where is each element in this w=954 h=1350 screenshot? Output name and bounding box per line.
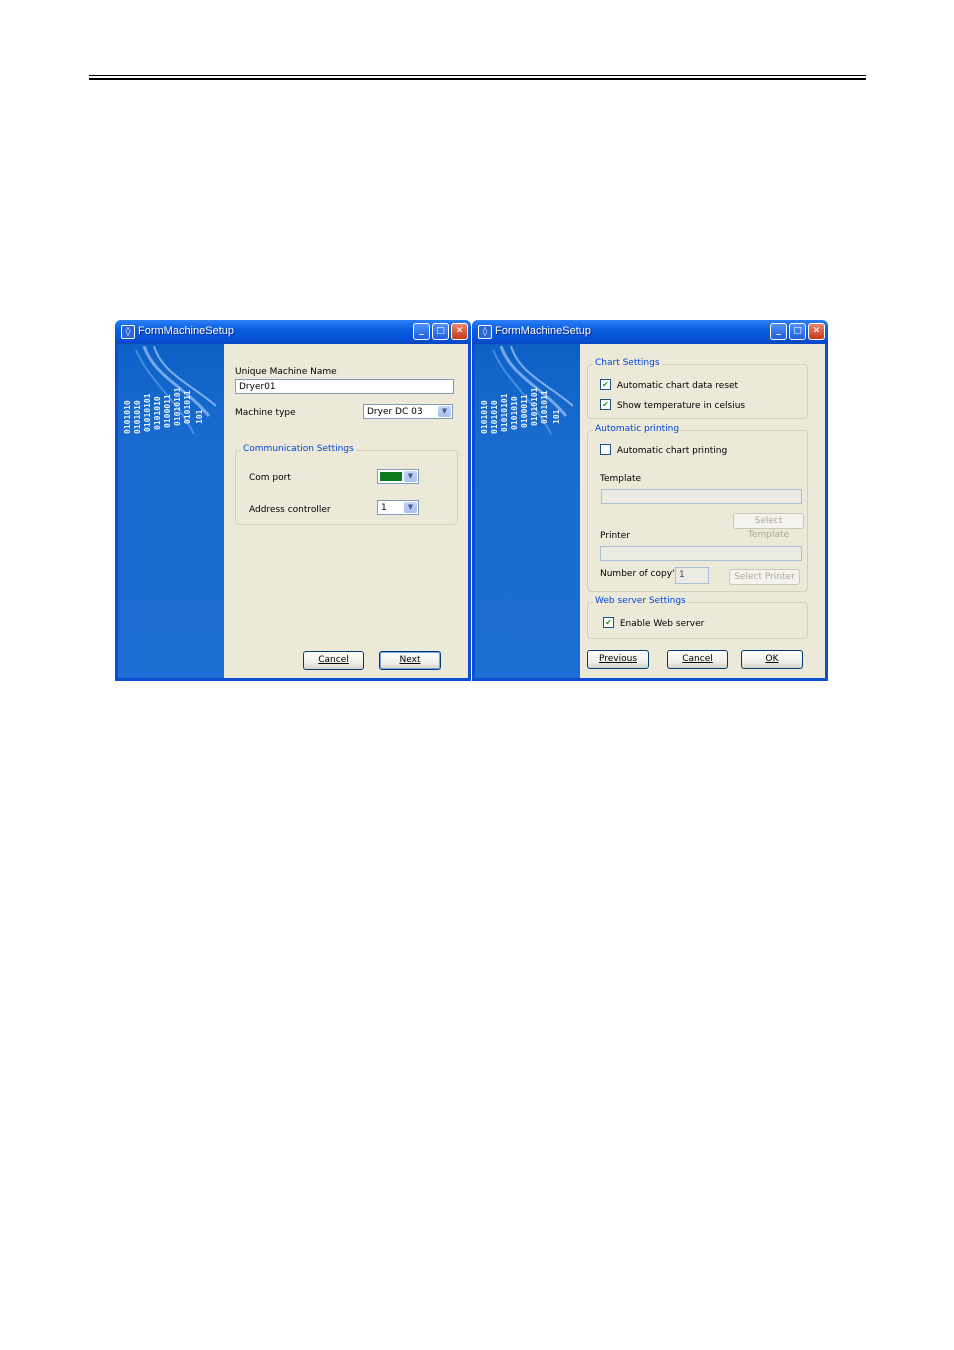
binary-text-column-5: 0100011: [163, 394, 172, 428]
machine-type-value: Dryer DC 03: [367, 407, 423, 417]
minimize-icon[interactable]: _: [413, 323, 430, 340]
binary-text-column-6: 01010101: [530, 387, 539, 426]
binary-text-column-2: 0101010: [490, 400, 499, 434]
next-button-label: Next: [399, 655, 421, 665]
previous-button-label: Previous: [598, 654, 638, 664]
machine-type-label: Machine type: [235, 408, 296, 418]
auto-print-label: Automatic chart printing: [616, 446, 728, 456]
window-title: FormMachineSetup: [495, 325, 591, 337]
close-icon[interactable]: ✕: [808, 323, 825, 340]
checkmark-icon: ✔: [605, 618, 612, 627]
enable-web-checkbox-row[interactable]: ✔ Enable Web server: [603, 617, 705, 629]
automatic-printing-title: Automatic printing: [593, 424, 682, 434]
web-server-settings-title: Web server Settings: [593, 596, 688, 606]
auto-reset-label: Automatic chart data reset: [616, 381, 739, 391]
web-server-settings-group: Web server Settings ✔ Enable Web server: [587, 596, 808, 639]
page-header-rule-thick: [89, 78, 866, 80]
maximize-icon[interactable]: □: [432, 323, 449, 340]
show-celsius-label: Show temperature in celsius: [616, 401, 746, 411]
machine-name-input[interactable]: Dryer01: [235, 379, 454, 394]
enable-web-label: Enable Web server: [619, 619, 705, 629]
form-content: Unique Machine Name Dryer01 Machine type…: [224, 344, 468, 678]
select-printer-button[interactable]: Select Printer: [729, 569, 800, 585]
checkmark-icon: ✔: [602, 400, 609, 409]
binary-text-column-3: 01010101: [143, 393, 152, 432]
com-port-label: Com port: [249, 473, 291, 483]
form-content: Chart Settings ✔ Automatic chart data re…: [580, 344, 825, 678]
communication-settings-title: Communication Settings: [241, 444, 356, 454]
next-button[interactable]: Next: [379, 651, 441, 670]
title-bar[interactable]: ◊ FormMachineSetup _ □ ✕: [115, 320, 471, 344]
close-icon[interactable]: ✕: [451, 323, 468, 340]
enable-web-checkbox[interactable]: ✔: [603, 617, 614, 628]
machine-setup-window-step1: ◊ FormMachineSetup _ □ ✕ 0101010 0101010…: [115, 320, 471, 681]
binary-text-column-7: 0101011: [540, 390, 549, 424]
binary-text-column-1: 0101010: [123, 400, 132, 434]
title-bar[interactable]: ◊ FormMachineSetup _ □ ✕: [472, 320, 828, 344]
auto-reset-checkbox-row[interactable]: ✔ Automatic chart data reset: [600, 379, 739, 391]
auto-reset-checkbox[interactable]: ✔: [600, 379, 611, 390]
page-header-rule-thin: [89, 75, 866, 76]
decorative-side-panel: 0101010 0101010 01010101 0101010 0100011…: [118, 344, 224, 678]
com-port-value-swatch: [380, 472, 402, 481]
app-icon[interactable]: ◊: [121, 325, 135, 339]
machine-name-label: Unique Machine Name: [235, 367, 337, 377]
binary-text-column-8: 101: [552, 409, 561, 424]
binary-text-column-4: 0101010: [510, 396, 519, 430]
copies-label: Number of copy's: [600, 569, 680, 579]
binary-text-column-1: 0101010: [480, 400, 489, 434]
printer-label: Printer: [600, 531, 630, 541]
binary-text-column-8: 101: [195, 409, 204, 424]
binary-text-column-5: 0100011: [520, 394, 529, 428]
printer-input[interactable]: [600, 546, 802, 561]
auto-print-checkbox-row[interactable]: Automatic chart printing: [600, 444, 728, 456]
dropdown-arrow-icon[interactable]: ▼: [404, 502, 417, 513]
dropdown-arrow-icon[interactable]: ▼: [404, 471, 417, 482]
machine-type-select[interactable]: Dryer DC 03 ▼: [363, 404, 453, 419]
machine-setup-window-step2: ◊ FormMachineSetup _ □ ✕ 0101010 0101010…: [472, 320, 828, 681]
binary-text-column-7: 0101011: [183, 390, 192, 424]
show-celsius-checkbox[interactable]: ✔: [600, 399, 611, 410]
address-controller-label: Address controller: [249, 505, 331, 515]
binary-text-column-4: 0101010: [153, 396, 162, 430]
checkmark-icon: ✔: [602, 380, 609, 389]
template-label: Template: [600, 474, 642, 484]
binary-text-column-2: 0101010: [133, 400, 142, 434]
previous-button[interactable]: Previous: [587, 650, 649, 669]
address-controller-select[interactable]: 1 ▼: [377, 500, 419, 515]
ok-button-label: OK: [765, 654, 779, 664]
chart-settings-group: Chart Settings ✔ Automatic chart data re…: [587, 358, 808, 419]
window-title: FormMachineSetup: [138, 325, 234, 337]
auto-print-checkbox[interactable]: [600, 444, 611, 455]
address-controller-value: 1: [381, 503, 387, 513]
binary-text-column-6: 01010101: [173, 387, 182, 426]
show-celsius-checkbox-row[interactable]: ✔ Show temperature in celsius: [600, 399, 746, 411]
cancel-button-label: Cancel: [318, 655, 349, 665]
minimize-icon[interactable]: _: [770, 323, 787, 340]
automatic-printing-group: Automatic printing Automatic chart print…: [587, 424, 808, 592]
cancel-button-label: Cancel: [682, 654, 713, 664]
select-template-button[interactable]: Select Template: [733, 513, 804, 540]
ok-button[interactable]: OK: [741, 650, 803, 669]
binary-text-column-3: 01010101: [500, 393, 509, 432]
template-input[interactable]: [601, 489, 802, 504]
communication-settings-group: Communication Settings Com port ▼ Addres…: [235, 444, 458, 525]
copies-input[interactable]: 1: [675, 567, 709, 584]
chart-settings-title: Chart Settings: [593, 358, 662, 368]
cancel-button[interactable]: Cancel: [303, 651, 364, 670]
com-port-select[interactable]: ▼: [377, 469, 419, 484]
app-icon[interactable]: ◊: [478, 325, 492, 339]
cancel-button[interactable]: Cancel: [667, 650, 728, 669]
decorative-side-panel: 0101010 0101010 01010101 0101010 0100011…: [475, 344, 580, 678]
maximize-icon[interactable]: □: [789, 323, 806, 340]
dropdown-arrow-icon[interactable]: ▼: [438, 406, 451, 417]
